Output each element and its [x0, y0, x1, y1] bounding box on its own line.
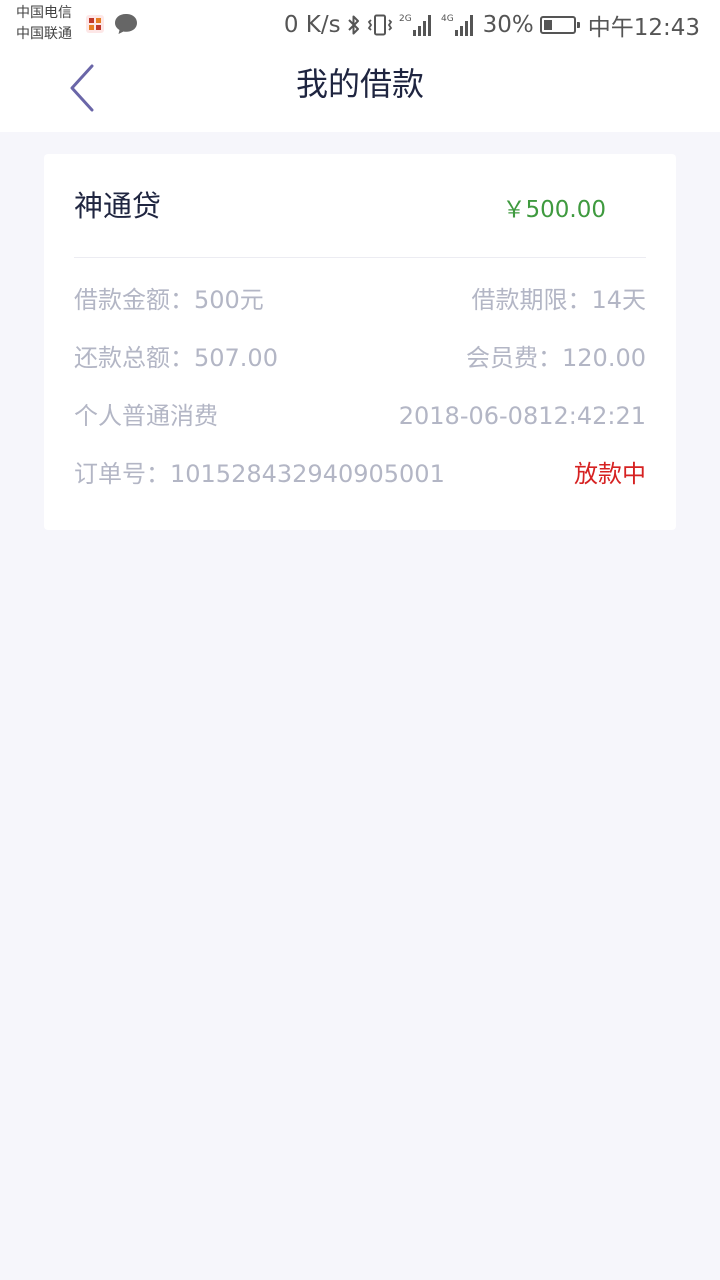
net-speed: 0 K/s	[283, 12, 341, 38]
member-fee: 会员费：120.00	[466, 344, 646, 372]
page-title: 我的借款	[295, 65, 424, 103]
status-right: 0 K/s 2G 4G 30% 中午12:43	[284, 8, 700, 42]
loan-amount-detail: 借款金额：500元	[74, 286, 264, 314]
loan-info-row-2: 还款总额：507.00 会员费：120.00	[74, 340, 646, 376]
loan-amount: ￥500.00	[502, 197, 606, 223]
chat-bubble-icon	[113, 12, 139, 40]
loan-info-row-1: 借款金额：500元 借款期限：14天	[74, 282, 646, 318]
signal-4g-label: 4G	[441, 14, 454, 24]
loan-info-row-4: 订单号：101528432940905001 放款中	[74, 456, 646, 492]
repay-total: 还款总额：507.00	[74, 344, 278, 372]
carrier-info: 中国电信 中国联通	[16, 3, 72, 45]
signal-4g-icon: 4G	[441, 12, 477, 38]
bluetooth-icon	[347, 14, 361, 36]
battery-icon	[539, 16, 580, 34]
loan-category: 个人普通消费	[74, 402, 218, 430]
app-icon	[86, 15, 104, 33]
loan-datetime: 2018-06-0812:42:21	[398, 402, 646, 430]
loan-product-name: 神通贷	[74, 189, 162, 223]
battery-percent: 30%	[482, 12, 534, 38]
vibrate-icon	[367, 14, 393, 36]
loan-card-header: 神通贷 ￥500.00	[74, 154, 646, 258]
battery-fill	[543, 20, 553, 30]
signal-2g-label: 2G	[399, 14, 412, 24]
loan-card[interactable]: 神通贷 ￥500.00 借款金额：500元 借款期限：14天 还款总额：507.…	[44, 154, 676, 530]
loan-info-row-3: 个人普通消费 2018-06-0812:42:21	[74, 398, 646, 434]
loan-term: 借款期限：14天	[471, 286, 646, 314]
status-bar: 中国电信 中国联通 0 K/s 2G 4G 30% 中午12:43	[0, 0, 720, 50]
loan-status-badge: 放款中	[574, 460, 646, 488]
app-header: 我的借款	[0, 50, 720, 132]
carrier-1: 中国电信	[16, 5, 72, 21]
carrier-2: 中国联通	[16, 26, 72, 42]
order-number: 订单号：101528432940905001	[74, 460, 445, 488]
clock: 中午12:43	[587, 15, 700, 41]
signal-2g-icon: 2G	[399, 12, 435, 38]
